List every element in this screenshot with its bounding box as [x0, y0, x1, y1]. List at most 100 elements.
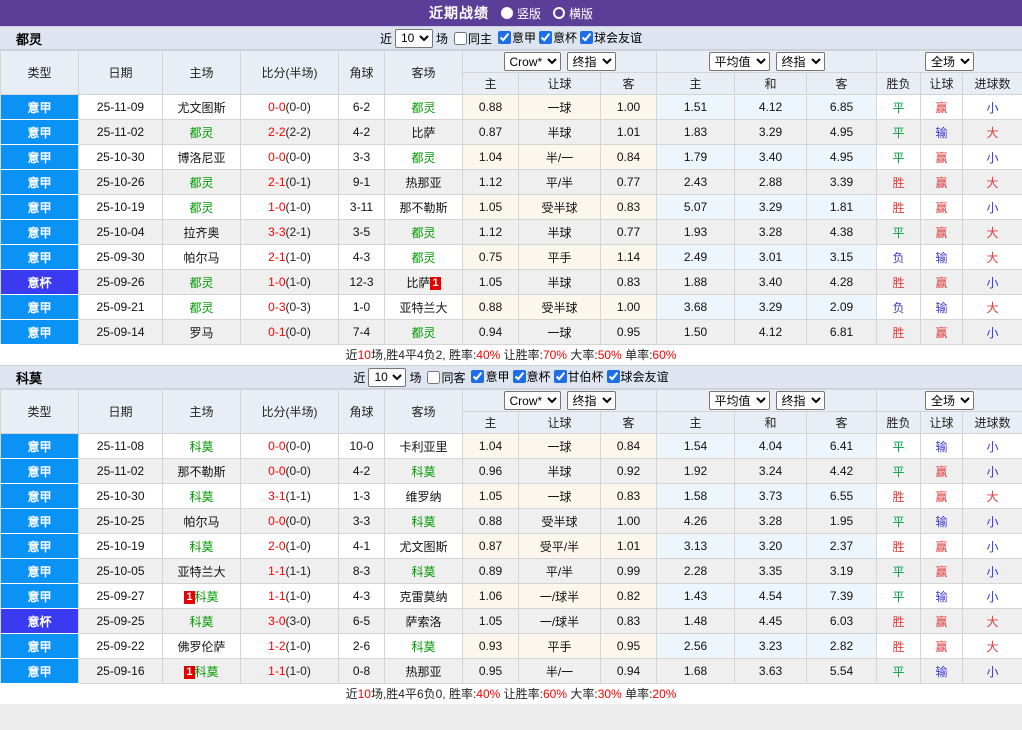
home-team-cell: 罗马 [163, 320, 241, 345]
euro-home-odds: 1.79 [657, 145, 735, 170]
final-index-select[interactable]: 终指 [567, 52, 616, 71]
league-filter[interactable]: 意杯 [510, 368, 551, 385]
scope-select[interactable]: 全场 [925, 391, 974, 410]
handicap-line: 半/一 [519, 659, 601, 684]
sub-handicap-result: 让球 [921, 412, 963, 434]
filter-controls: 近 10 场 同主 意甲意杯球会友谊 [0, 29, 1022, 48]
match-count-select[interactable]: 10 [395, 29, 433, 48]
col-away: 客场 [385, 390, 463, 434]
scope-select[interactable]: 全场 [925, 52, 974, 71]
date-cell: 25-09-26 [79, 270, 163, 295]
home-team-name: 科莫 [189, 540, 213, 554]
euro-draw-odds: 3.73 [735, 484, 807, 509]
handicap-group-header: Crow* 终指 [463, 390, 657, 412]
same-venue-checkbox[interactable] [454, 32, 467, 45]
away-team-cell: 都灵 [385, 245, 463, 270]
league-checkbox[interactable] [539, 31, 552, 44]
sub-eu-draw: 和 [735, 412, 807, 434]
result-handicap: 输 [921, 245, 963, 270]
summary-stat-value: 70% [543, 348, 567, 362]
red-card-badge: 1 [184, 666, 194, 679]
league-label: 球会友谊 [594, 29, 642, 46]
result-outcome: 胜 [877, 195, 921, 220]
home-team-cell: 佛罗伦萨 [163, 634, 241, 659]
handicap-away-odds: 1.01 [601, 534, 657, 559]
league-filter[interactable]: 球会友谊 [577, 29, 642, 46]
corner-cell: 6-2 [339, 95, 385, 120]
league-badge: 意甲 [1, 170, 79, 195]
near-label: 近 [380, 30, 392, 47]
red-card-badge: 1 [184, 591, 194, 604]
league-checkbox[interactable] [471, 370, 484, 383]
handicap-line: 一球 [519, 95, 601, 120]
date-cell: 25-11-02 [79, 120, 163, 145]
home-team-cell: 科莫 [163, 609, 241, 634]
league-checkbox[interactable] [580, 31, 593, 44]
result-outcome: 平 [877, 509, 921, 534]
score-cell: 0-0(0-0) [241, 459, 339, 484]
final-index-select-2[interactable]: 终指 [776, 391, 825, 410]
handicap-line: 受平/半 [519, 534, 601, 559]
result-goals: 大 [963, 170, 1022, 195]
date-cell: 25-11-02 [79, 459, 163, 484]
home-team-cell: 1科莫 [163, 659, 241, 684]
league-badge: 意杯 [1, 270, 79, 295]
layout-vertical-radio[interactable]: 竖版 [501, 5, 541, 22]
near-label: 近 [353, 369, 365, 386]
result-handicap: 输 [921, 584, 963, 609]
league-checkbox[interactable] [554, 370, 567, 383]
layout-horizontal-radio[interactable]: 横版 [553, 5, 593, 22]
euro-draw-odds: 3.28 [735, 220, 807, 245]
league-checkbox[interactable] [513, 370, 526, 383]
league-filter[interactable]: 意杯 [536, 29, 577, 46]
bookmaker-select[interactable]: Crow* [504, 391, 561, 410]
same-venue-filter[interactable]: 同客 [424, 369, 465, 386]
league-checkbox[interactable] [607, 370, 620, 383]
corner-cell: 4-2 [339, 120, 385, 145]
euro-away-odds: 6.55 [807, 484, 877, 509]
average-select[interactable]: 平均值 [709, 52, 770, 71]
league-filters: 意甲意杯甘伯杯球会友谊 [468, 368, 668, 386]
date-cell: 25-09-30 [79, 245, 163, 270]
league-badge: 意甲 [1, 534, 79, 559]
handicap-away-odds: 0.94 [601, 659, 657, 684]
euro-draw-odds: 3.40 [735, 270, 807, 295]
league-badge: 意甲 [1, 659, 79, 684]
league-filter[interactable]: 意甲 [468, 368, 509, 385]
same-venue-filter[interactable]: 同主 [451, 30, 492, 47]
final-index-select-2[interactable]: 终指 [776, 52, 825, 71]
league-checkbox[interactable] [498, 31, 511, 44]
summary-stat-value: 40% [476, 687, 500, 701]
same-venue-label: 同客 [441, 369, 465, 386]
result-goals: 小 [963, 659, 1022, 684]
league-filter[interactable]: 甘伯杯 [551, 368, 604, 385]
summary-stat-value: 20% [652, 687, 676, 701]
euro-away-odds: 2.37 [807, 534, 877, 559]
match-row: 意杯25-09-26都灵1-0(1-0)12-3比萨11.05半球0.831.8… [1, 270, 1022, 295]
home-team-cell: 科莫 [163, 484, 241, 509]
average-select[interactable]: 平均值 [709, 391, 770, 410]
match-count-select[interactable]: 10 [368, 368, 406, 387]
score-cell: 3-1(1-1) [241, 484, 339, 509]
corner-cell: 3-11 [339, 195, 385, 220]
same-venue-checkbox[interactable] [427, 371, 440, 384]
halftime-score: (0-0) [286, 439, 311, 453]
col-date: 日期 [79, 390, 163, 434]
halftime-score: (2-1) [286, 225, 311, 239]
handicap-line: 受半球 [519, 295, 601, 320]
score-cell: 3-0(3-0) [241, 609, 339, 634]
corner-cell: 1-3 [339, 484, 385, 509]
result-handicap: 赢 [921, 270, 963, 295]
radio-selected-icon [501, 7, 513, 19]
final-index-select[interactable]: 终指 [567, 391, 616, 410]
result-outcome: 平 [877, 459, 921, 484]
handicap-away-odds: 1.14 [601, 245, 657, 270]
euro-draw-odds: 3.29 [735, 295, 807, 320]
league-filter[interactable]: 球会友谊 [604, 368, 669, 385]
bookmaker-select[interactable]: Crow* [504, 52, 561, 71]
league-filter[interactable]: 意甲 [495, 29, 536, 46]
handicap-line: 半球 [519, 459, 601, 484]
result-goals: 小 [963, 195, 1022, 220]
home-team-name: 都灵 [189, 276, 213, 290]
corner-cell: 4-2 [339, 459, 385, 484]
